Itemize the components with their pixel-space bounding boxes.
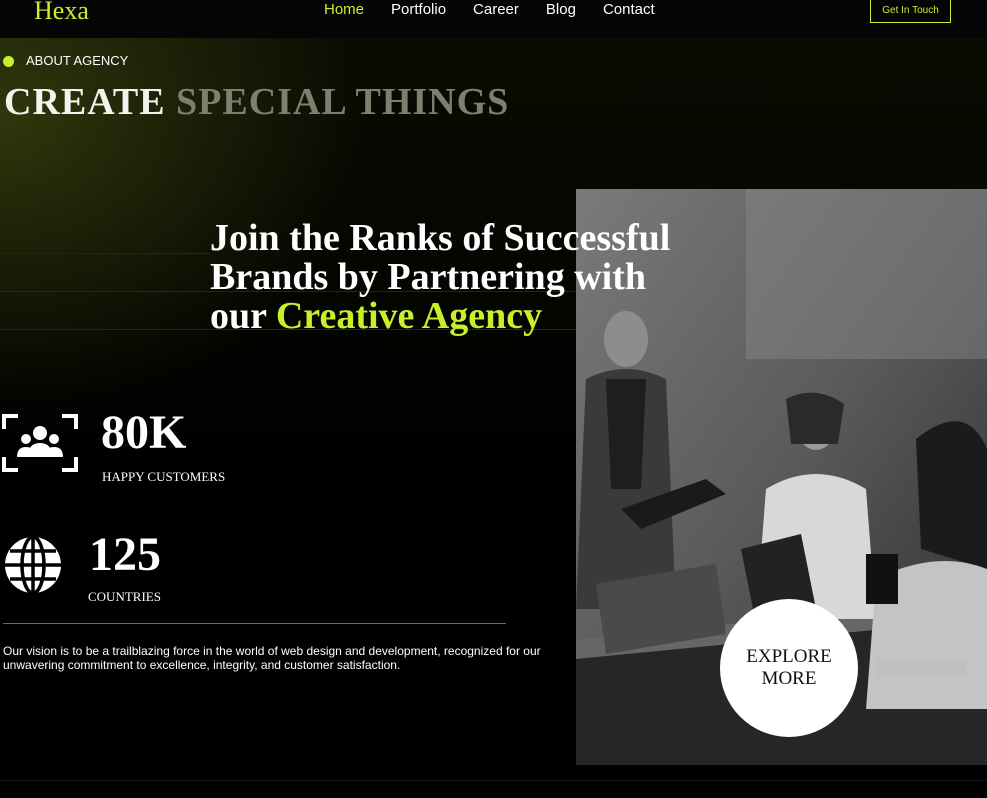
stat-countries-value: 125 xyxy=(89,528,161,581)
about-dot-icon xyxy=(3,56,14,67)
main-nav: Home Portfolio Career Blog Contact xyxy=(324,1,682,19)
stat-customers-label: HAPPY CUSTOMERS xyxy=(102,469,226,484)
explore-label: EXPLORE MORE xyxy=(746,646,832,690)
explore-line-1: EXPLORE xyxy=(746,646,832,667)
hero-headline: Join the Ranks of Successful Brands by P… xyxy=(210,219,770,336)
section-bottom-border xyxy=(0,780,987,781)
title-part-create: CREATE xyxy=(4,81,166,123)
decor-line xyxy=(0,253,210,254)
logo[interactable]: Hexa xyxy=(34,0,89,26)
about-label: ABOUT AGENCY xyxy=(26,53,129,68)
nav-contact[interactable]: Contact xyxy=(603,1,655,19)
nav-blog[interactable]: Blog xyxy=(546,1,576,19)
globe-icon xyxy=(5,535,61,595)
stat-countries-label: COUNTRIES xyxy=(88,589,161,604)
users-scan-icon xyxy=(2,414,78,472)
get-in-touch-button[interactable]: Get In Touch xyxy=(870,0,951,23)
nav-career[interactable]: Career xyxy=(473,1,519,19)
title-part-special: SPECIAL THINGS xyxy=(176,81,510,123)
site-header: Hexa Home Portfolio Career Blog Contact … xyxy=(0,0,987,38)
headline-line-3: our Creative Agency xyxy=(210,297,770,336)
nav-home[interactable]: Home xyxy=(324,1,364,19)
vision-text: Our vision is to be a trailblazing force… xyxy=(3,644,541,672)
headline-line-2: Brands by Partnering with xyxy=(210,256,646,298)
divider xyxy=(3,623,506,624)
nav-portfolio[interactable]: Portfolio xyxy=(391,1,446,19)
headline-prefix: our xyxy=(210,295,267,337)
explore-more-button[interactable]: EXPLORE MORE xyxy=(720,599,858,737)
stat-customers-value: 80K xyxy=(101,406,187,459)
headline-line-1: Join the Ranks of Successful xyxy=(210,217,671,259)
page: Hexa Home Portfolio Career Blog Contact … xyxy=(0,0,987,798)
headline-accent: Creative Agency xyxy=(275,295,543,337)
section-title: CREATE SPECIAL THINGS xyxy=(4,80,509,124)
explore-line-2: MORE xyxy=(761,668,817,689)
